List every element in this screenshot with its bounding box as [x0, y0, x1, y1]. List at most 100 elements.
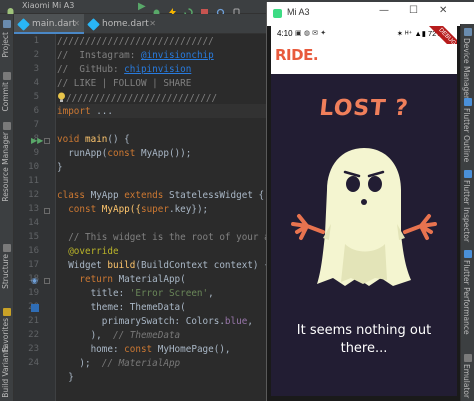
- close-tab-icon[interactable]: ✕: [73, 14, 80, 34]
- line-number: 2: [33, 50, 39, 60]
- line-number: 1: [33, 36, 39, 46]
- status-notification-icons: ▣ ◍ ✉ ✦: [295, 29, 327, 37]
- flutter-inspector-icon: [464, 170, 472, 178]
- ghost-illustration: [291, 148, 437, 286]
- line-number: 24: [28, 358, 39, 368]
- dart-file-icon: [17, 18, 30, 31]
- code-line: void main() {: [57, 134, 130, 145]
- tool-window-flutter-performance[interactable]: Flutter Performance: [462, 260, 471, 335]
- sync-icon[interactable]: [216, 2, 225, 17]
- code-line: Widget build(BuildContext context) {: [57, 260, 267, 271]
- right-tool-strip: Device Manager Flutter Outline Flutter I…: [460, 24, 474, 401]
- tool-window-build-variants[interactable]: Build Variants: [1, 346, 10, 398]
- line-number: 19: [28, 288, 39, 298]
- code-line: import ...: [57, 106, 113, 117]
- code-line: const MyApp({super.key});: [57, 204, 209, 215]
- code-line: // GitHub: chipinvision: [57, 64, 192, 75]
- lightbulb-icon[interactable]: [57, 92, 66, 103]
- line-number: 4: [33, 78, 39, 88]
- fold-marker-icon[interactable]: [44, 278, 50, 284]
- tool-window-flutter-outline[interactable]: Flutter Outline: [462, 108, 471, 162]
- tool-window-device-manager[interactable]: Device Manager: [462, 38, 471, 99]
- hot-reload-icon[interactable]: [168, 2, 177, 17]
- dart-file-icon: [87, 18, 100, 31]
- tool-window-resource-manager[interactable]: Resource Manager: [1, 132, 10, 202]
- line-number: 22: [28, 330, 39, 340]
- line-number: 12: [28, 190, 39, 200]
- line-number: 14: [28, 218, 39, 228]
- device-manager-icon: [464, 28, 472, 36]
- avd-manager-icon[interactable]: [232, 2, 241, 17]
- code-line: title: 'Error Screen',: [57, 288, 214, 299]
- line-number: 9: [33, 148, 39, 158]
- close-button[interactable]: ✕: [439, 5, 447, 16]
- line-number: 23: [28, 344, 39, 354]
- tool-window-project[interactable]: Project: [1, 32, 10, 58]
- hot-restart-icon[interactable]: [184, 2, 193, 17]
- line-number: 21: [28, 316, 39, 326]
- commit-icon: [3, 72, 11, 80]
- tool-window-structure[interactable]: Structure: [1, 254, 10, 289]
- structure-icon: [3, 244, 11, 252]
- fold-marker-icon[interactable]: [44, 138, 50, 144]
- fold-marker-icon[interactable]: [44, 208, 50, 214]
- line-number: 13: [28, 204, 39, 214]
- flutter-outline-icon: [464, 98, 472, 106]
- minimize-button[interactable]: —: [379, 5, 389, 16]
- line-number: 16: [28, 246, 39, 256]
- maximize-button[interactable]: ☐: [409, 5, 418, 16]
- instagram-link[interactable]: @invisionchip: [141, 50, 214, 61]
- emulator-title: Mi A3: [287, 7, 310, 17]
- tab-label: home.dart: [102, 19, 149, 29]
- code-line: // Instagram: @invisionchip: [57, 50, 214, 61]
- code-editor[interactable]: //////////////////////////// // Instagra…: [57, 34, 267, 401]
- stop-icon[interactable]: [200, 2, 209, 16]
- close-tab-icon[interactable]: ✕: [149, 14, 156, 34]
- status-time: 4:10: [277, 29, 293, 38]
- emulator-title-bar[interactable]: Mi A3 — ☐ ✕: [267, 2, 474, 26]
- emulator-icon: [464, 354, 472, 362]
- line-number: 5: [33, 92, 39, 102]
- code-line: // LIKE | FOLLOW | SHARE: [57, 78, 192, 89]
- code-line: theme: ThemeData(: [57, 302, 186, 313]
- flutter-performance-icon: [464, 250, 472, 258]
- brand-logo: RIDE.: [275, 46, 319, 64]
- code-line: // This widget is the root of your appl: [57, 232, 267, 243]
- tool-window-flutter-inspector[interactable]: Flutter Inspector: [462, 180, 471, 242]
- code-line: ); // MaterialApp: [57, 358, 181, 369]
- line-number: 6: [33, 106, 39, 116]
- line-number: 7: [33, 120, 39, 130]
- emulator-window: Mi A3 — ☐ ✕ 4:10 ▣ ◍ ✉ ✦ ✶ ᴴ⁺ ▲▮ 72% DEB…: [266, 2, 474, 401]
- override-gutter-icon[interactable]: ◉: [31, 277, 38, 285]
- line-number: 3: [33, 64, 39, 74]
- editor-gutter: 1 2 3 4 5 6 7 8 9 10 11 12 13 14 15 16 1…: [14, 34, 56, 401]
- run-gutter-icon[interactable]: ▶▶: [31, 137, 43, 145]
- code-line: return MaterialApp(: [79, 274, 186, 285]
- line-number: 10: [28, 162, 39, 172]
- code-line: runApp(const MyApp());: [57, 148, 192, 159]
- tab-main-dart[interactable]: main.dart ✕: [14, 14, 84, 34]
- github-link[interactable]: chipinvision: [124, 64, 191, 75]
- tool-window-emulator[interactable]: Emulator: [462, 364, 471, 398]
- project-icon: [3, 20, 11, 28]
- emulator-app-icon: [273, 9, 282, 18]
- line-number: 17: [28, 260, 39, 270]
- device-selector[interactable]: Xiaomi Mi A3: [22, 1, 74, 10]
- code-line: class MyApp extends StatelessWidget {: [57, 190, 265, 201]
- android-status-bar: 4:10 ▣ ◍ ✉ ✦ ✶ ᴴ⁺ ▲▮ 72% DEBUG: [271, 26, 457, 62]
- line-number: 15: [28, 232, 39, 242]
- code-line: }: [57, 372, 74, 383]
- code-line: @override: [57, 246, 119, 257]
- tab-label: main.dart: [32, 19, 76, 29]
- favorites-star-icon: [3, 308, 11, 316]
- debug-icon[interactable]: [152, 2, 161, 17]
- android-device-icon[interactable]: [6, 2, 15, 16]
- device-screen[interactable]: 4:10 ▣ ◍ ✉ ✦ ✶ ᴴ⁺ ▲▮ 72% DEBUG RIDE. LOS…: [271, 26, 457, 396]
- editor-tab-bar: main.dart ✕ home.dart ✕: [14, 14, 272, 34]
- run-icon[interactable]: ▶: [138, 1, 146, 13]
- code-line: primarySwatch: Colors.blue,: [57, 316, 253, 327]
- tool-window-commit[interactable]: Commit: [1, 82, 10, 111]
- color-swatch-icon[interactable]: [31, 304, 39, 312]
- tab-home-dart[interactable]: home.dart ✕: [84, 14, 160, 34]
- error-message: It seems nothing out there...: [296, 323, 432, 356]
